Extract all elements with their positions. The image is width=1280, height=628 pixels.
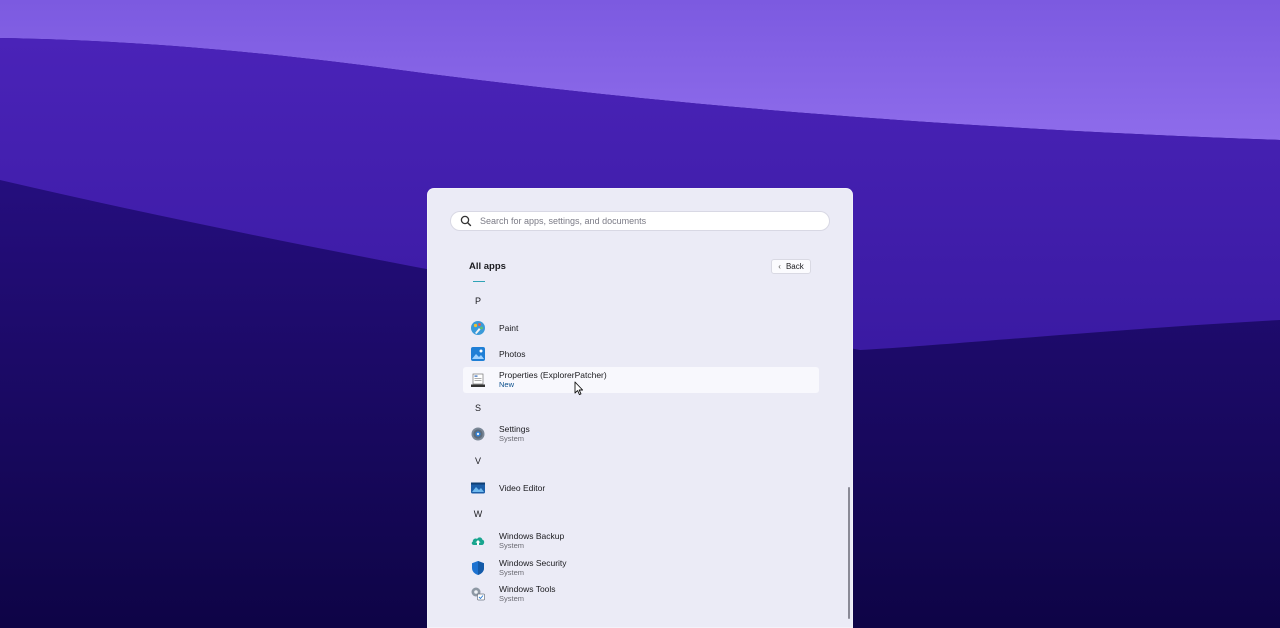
app-name: Video Editor [499, 483, 546, 493]
tools-icon [470, 586, 486, 602]
app-subtitle: System [499, 594, 525, 603]
properties-icon [470, 372, 486, 388]
app-item-video-editor[interactable]: Video Editor [463, 475, 819, 501]
start-menu: All apps ‹ Back P Paint Photos Propertie… [427, 188, 853, 628]
app-name: Windows Tools [499, 584, 556, 594]
backup-icon [470, 533, 486, 549]
search-icon [459, 214, 473, 228]
back-button[interactable]: ‹ Back [771, 259, 811, 274]
chevron-left-icon: ‹ [778, 262, 781, 271]
search-box[interactable] [450, 211, 830, 231]
app-item-windows-security[interactable]: Windows Security System [463, 555, 819, 581]
search-input[interactable] [480, 216, 829, 226]
photos-icon [470, 346, 486, 362]
app-name: Settings [499, 424, 530, 434]
all-apps-title: All apps [469, 261, 506, 272]
app-name: Paint [499, 323, 519, 333]
app-item-settings[interactable]: Settings System [463, 421, 819, 447]
app-item-windows-tools[interactable]: Windows Tools System [463, 581, 819, 607]
scroll-fade-line [473, 281, 485, 282]
letter-header-v[interactable]: V [471, 456, 485, 466]
letter-header-p[interactable]: P [471, 296, 485, 306]
shield-icon [470, 560, 486, 576]
app-name: Properties (ExplorerPatcher) [499, 370, 607, 380]
app-name: Photos [499, 349, 526, 359]
app-name: Windows Security [499, 558, 567, 568]
letter-header-w[interactable]: W [471, 509, 485, 519]
letter-header-s[interactable]: S [471, 403, 485, 413]
app-item-paint[interactable]: Paint [463, 315, 819, 341]
video-editor-icon [470, 480, 486, 496]
scrollbar-thumb[interactable] [848, 487, 850, 619]
app-subtitle: System [499, 541, 525, 550]
app-subtitle: System [499, 434, 525, 443]
app-item-properties-explorerpatcher[interactable]: Properties (ExplorerPatcher) New [463, 367, 819, 393]
new-badge: New [499, 380, 515, 389]
app-subtitle: System [499, 568, 525, 577]
back-label: Back [785, 262, 804, 271]
app-item-photos[interactable]: Photos [463, 341, 819, 367]
settings-icon [470, 426, 486, 442]
app-name: Windows Backup [499, 531, 565, 541]
mouse-cursor-icon [574, 381, 584, 396]
paint-icon [470, 320, 486, 336]
app-item-windows-backup[interactable]: Windows Backup System [463, 528, 819, 554]
